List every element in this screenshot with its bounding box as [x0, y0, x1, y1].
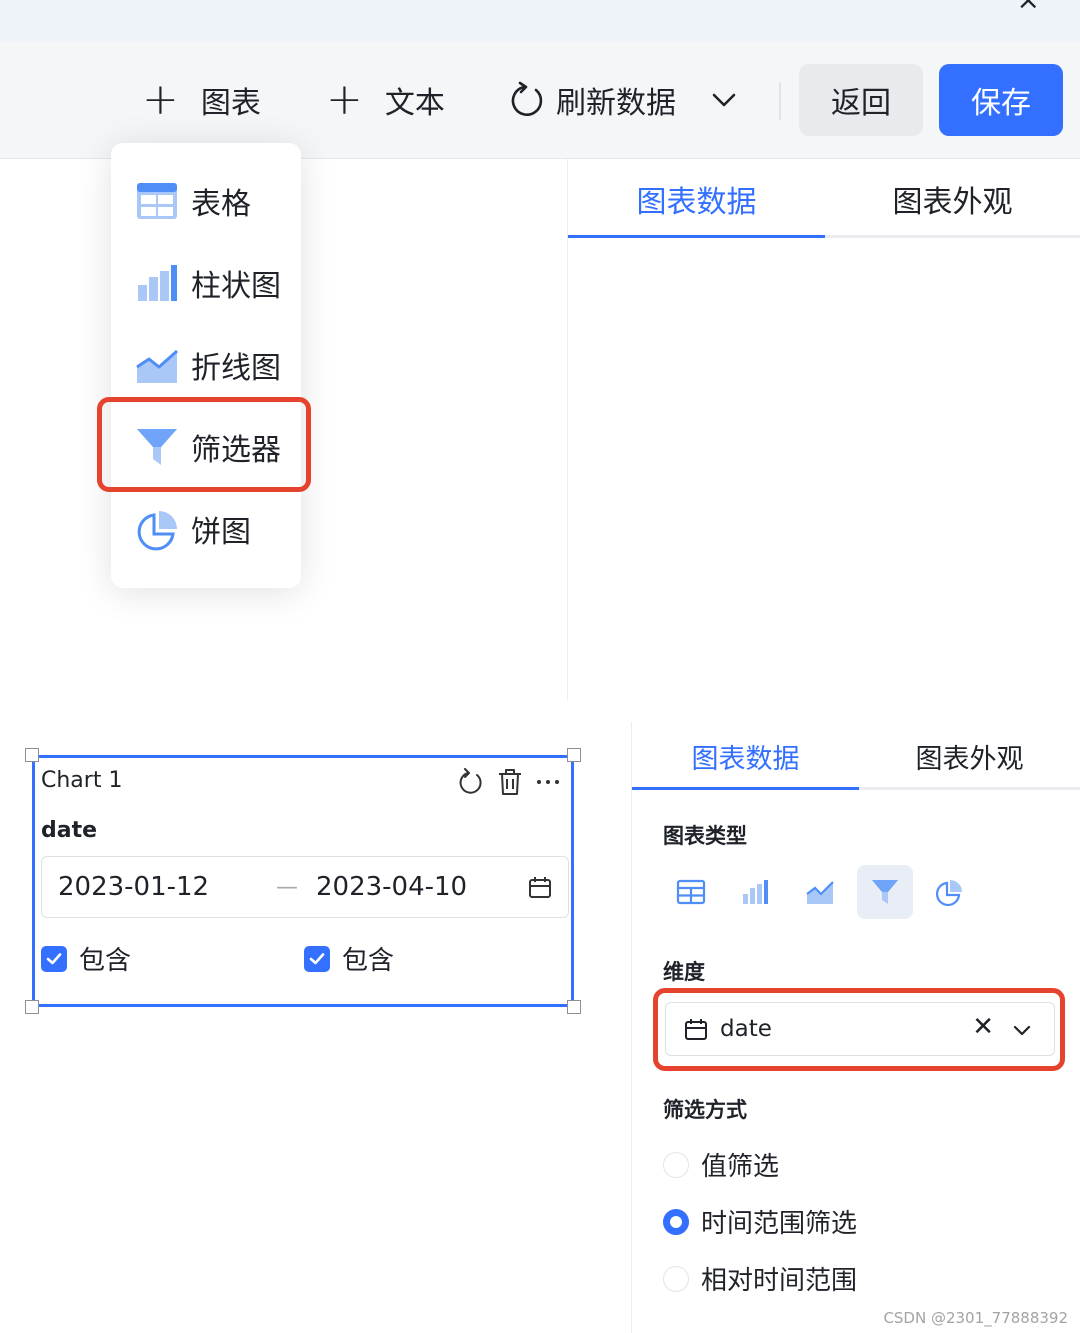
- refresh-data-button[interactable]: 刷新数据: [508, 72, 676, 128]
- add-chart-label: 图表: [200, 86, 261, 121]
- filter-icon: [872, 880, 898, 904]
- radio-value-filter[interactable]: 值筛选: [663, 1146, 779, 1183]
- back-button[interactable]: 返回: [799, 64, 923, 136]
- trash-icon[interactable]: [497, 768, 523, 796]
- bar-chart-icon: [138, 265, 177, 301]
- filter-highlight-box: [97, 397, 311, 492]
- chart-type-table[interactable]: [663, 865, 719, 919]
- radio-label: 值筛选: [701, 1152, 780, 1182]
- line-chart-icon: [806, 881, 834, 904]
- dropdown-item-label: 柱状图: [191, 269, 281, 304]
- tab-chart-appearance[interactable]: 图表外观: [859, 722, 1080, 790]
- end-date[interactable]: 2023-04-10: [316, 872, 467, 902]
- include-end-label: 包含: [342, 946, 395, 976]
- dimension-highlight-box: [653, 988, 1065, 1071]
- config-tabs: 图表数据 图表外观: [632, 722, 1080, 790]
- chart-title: Chart 1: [41, 768, 123, 793]
- add-chart-dropdown: 表格 柱状图 折线图 筛选器 饼图: [111, 143, 301, 588]
- refresh-icon[interactable]: [457, 768, 485, 796]
- add-text-button[interactable]: + 文本: [326, 72, 445, 128]
- plus-icon: +: [326, 74, 363, 125]
- resize-handle[interactable]: [25, 1000, 39, 1014]
- radio-unselected-icon: [663, 1151, 689, 1178]
- dropdown-item-bar-chart[interactable]: 柱状图: [135, 251, 281, 315]
- chart-card-actions: [457, 768, 561, 796]
- dropdown-item-label: 折线图: [191, 351, 281, 386]
- start-date[interactable]: 2023-01-12: [58, 872, 209, 902]
- active-tab-indicator: [568, 235, 825, 238]
- radio-label: 相对时间范围: [701, 1266, 858, 1296]
- table-icon: [137, 183, 177, 219]
- dropdown-item-table[interactable]: 表格: [135, 169, 251, 233]
- toolbar-divider: [779, 82, 781, 120]
- add-text-label: 文本: [384, 86, 445, 121]
- include-start-label: 包含: [79, 946, 132, 976]
- radio-unselected-icon: [663, 1265, 689, 1292]
- radio-selected-icon: [663, 1208, 689, 1235]
- chart-type-filter[interactable]: [857, 865, 913, 919]
- refresh-options-dropdown[interactable]: [708, 72, 740, 128]
- save-button[interactable]: 保存: [939, 64, 1063, 136]
- chart-type-bar[interactable]: [727, 865, 783, 919]
- editor-toolbar: + 图表 + 文本 刷新数据 返回 保存: [0, 42, 1080, 159]
- watermark: CSDN @2301_77888392: [883, 1309, 1068, 1327]
- tab-chart-appearance[interactable]: 图表外观: [825, 160, 1080, 238]
- dropdown-item-label: 表格: [191, 187, 251, 222]
- bar-chart-icon: [743, 880, 768, 904]
- dropdown-item-line-chart[interactable]: 折线图: [135, 333, 281, 397]
- include-start-checkbox[interactable]: 包含: [41, 940, 131, 977]
- filter-field-label: date: [41, 818, 98, 843]
- checkbox-checked-icon: [41, 945, 67, 972]
- tab-chart-data[interactable]: 图表数据: [568, 160, 825, 238]
- line-chart-icon: [136, 349, 178, 383]
- include-end-checkbox[interactable]: 包含: [304, 940, 394, 977]
- resize-handle[interactable]: [567, 748, 581, 762]
- refresh-data-label: 刷新数据: [556, 86, 676, 121]
- calendar-icon: [529, 877, 551, 898]
- close-icon[interactable]: ×: [1017, 0, 1040, 14]
- dimension-label: 维度: [663, 960, 705, 984]
- plus-icon: +: [142, 74, 179, 125]
- active-tab-indicator: [632, 787, 859, 790]
- filter-chart-card[interactable]: Chart 1 date 2023-01-12 — 2023-04-10 包含 …: [32, 755, 574, 1007]
- pie-chart-icon: [137, 511, 177, 551]
- resize-handle[interactable]: [567, 1000, 581, 1014]
- more-icon[interactable]: [535, 768, 561, 796]
- refresh-icon: [511, 81, 543, 116]
- chevron-down-icon: [712, 93, 736, 107]
- radio-relative-time-range[interactable]: 相对时间范围: [663, 1260, 857, 1297]
- filter-method-label: 筛选方式: [663, 1098, 747, 1122]
- table-icon: [676, 879, 706, 905]
- chart-type-pie[interactable]: [921, 865, 977, 919]
- radio-label: 时间范围筛选: [701, 1209, 858, 1239]
- checkbox-checked-icon: [304, 945, 330, 972]
- config-tabs: 图表数据 图表外观: [568, 160, 1080, 238]
- range-separator: —: [276, 874, 298, 900]
- panel-divider: [631, 722, 632, 1333]
- chart-type-selector: [663, 865, 983, 919]
- tab-chart-data[interactable]: 图表数据: [632, 722, 859, 790]
- dropdown-item-label: 饼图: [191, 515, 251, 550]
- date-range-picker[interactable]: 2023-01-12 — 2023-04-10: [41, 856, 569, 918]
- add-chart-button[interactable]: + 图表: [142, 72, 261, 128]
- top-strip: ×: [0, 0, 1080, 42]
- chart-type-label: 图表类型: [663, 824, 747, 848]
- chart-type-line[interactable]: [792, 865, 848, 919]
- panel-divider: [567, 159, 568, 701]
- dropdown-item-pie-chart[interactable]: 饼图: [135, 497, 251, 561]
- radio-time-range-filter[interactable]: 时间范围筛选: [663, 1203, 857, 1240]
- pie-chart-icon: [935, 880, 962, 907]
- resize-handle[interactable]: [25, 748, 39, 762]
